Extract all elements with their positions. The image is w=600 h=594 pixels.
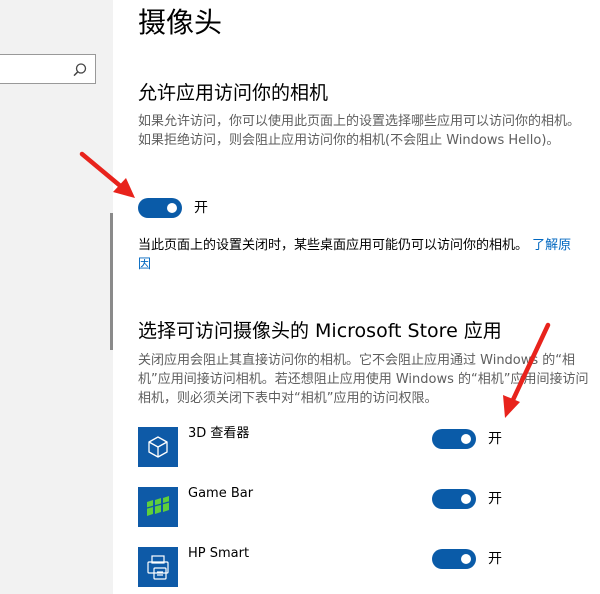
page-title: 摄像头: [138, 6, 223, 39]
app-toggle-label: 开: [488, 491, 502, 507]
toggle-knob: [461, 554, 471, 564]
camera-access-toggle-label: 开: [194, 200, 208, 216]
store-apps-heading: 选择可访问摄像头的 Microsoft Store 应用: [138, 320, 502, 342]
nav-scrollbar[interactable]: [110, 213, 113, 350]
printer-icon: [138, 547, 178, 587]
search-icon: [73, 63, 87, 77]
list-item: 3D 查看器 开: [138, 426, 578, 467]
cube-icon: [138, 427, 178, 467]
list-item: Game Bar 开: [138, 486, 578, 527]
app-name: Game Bar: [188, 486, 254, 501]
app-toggle-3d-viewer[interactable]: [432, 429, 476, 449]
app-toggle-label: 开: [488, 431, 502, 447]
game-bar-icon: [138, 487, 178, 527]
navigation-pane: [0, 0, 113, 594]
app-toggle-game-bar[interactable]: [432, 489, 476, 509]
toggle-knob: [461, 494, 471, 504]
app-toggle-label: 开: [488, 551, 502, 567]
desktop-apps-note-text: 当此页面上的设置关闭时，某些桌面应用可能仍可以访问你的相机。: [138, 238, 529, 253]
allow-access-heading: 允许应用访问你的相机: [138, 82, 329, 104]
toggle-knob: [461, 434, 471, 444]
store-apps-description: 关闭应用会阻止其直接访问你的相机。它不会阻止应用通过 Windows 的“相机”…: [138, 353, 589, 406]
allow-access-description: 如果允许访问，你可以使用此页面上的设置选择哪些应用可以访问你的相机。如果拒绝访问…: [138, 114, 581, 148]
app-name: 3D 查看器: [188, 426, 250, 441]
list-item: HP Smart 开: [138, 546, 578, 587]
camera-access-toggle[interactable]: [138, 198, 182, 218]
desktop-apps-note: 当此页面上的设置关闭时，某些桌面应用可能仍可以访问你的相机。 了解原因: [138, 236, 578, 274]
app-name: HP Smart: [188, 546, 250, 561]
app-toggle-hp-smart[interactable]: [432, 549, 476, 569]
search-input[interactable]: [0, 54, 96, 84]
toggle-knob: [167, 203, 177, 213]
